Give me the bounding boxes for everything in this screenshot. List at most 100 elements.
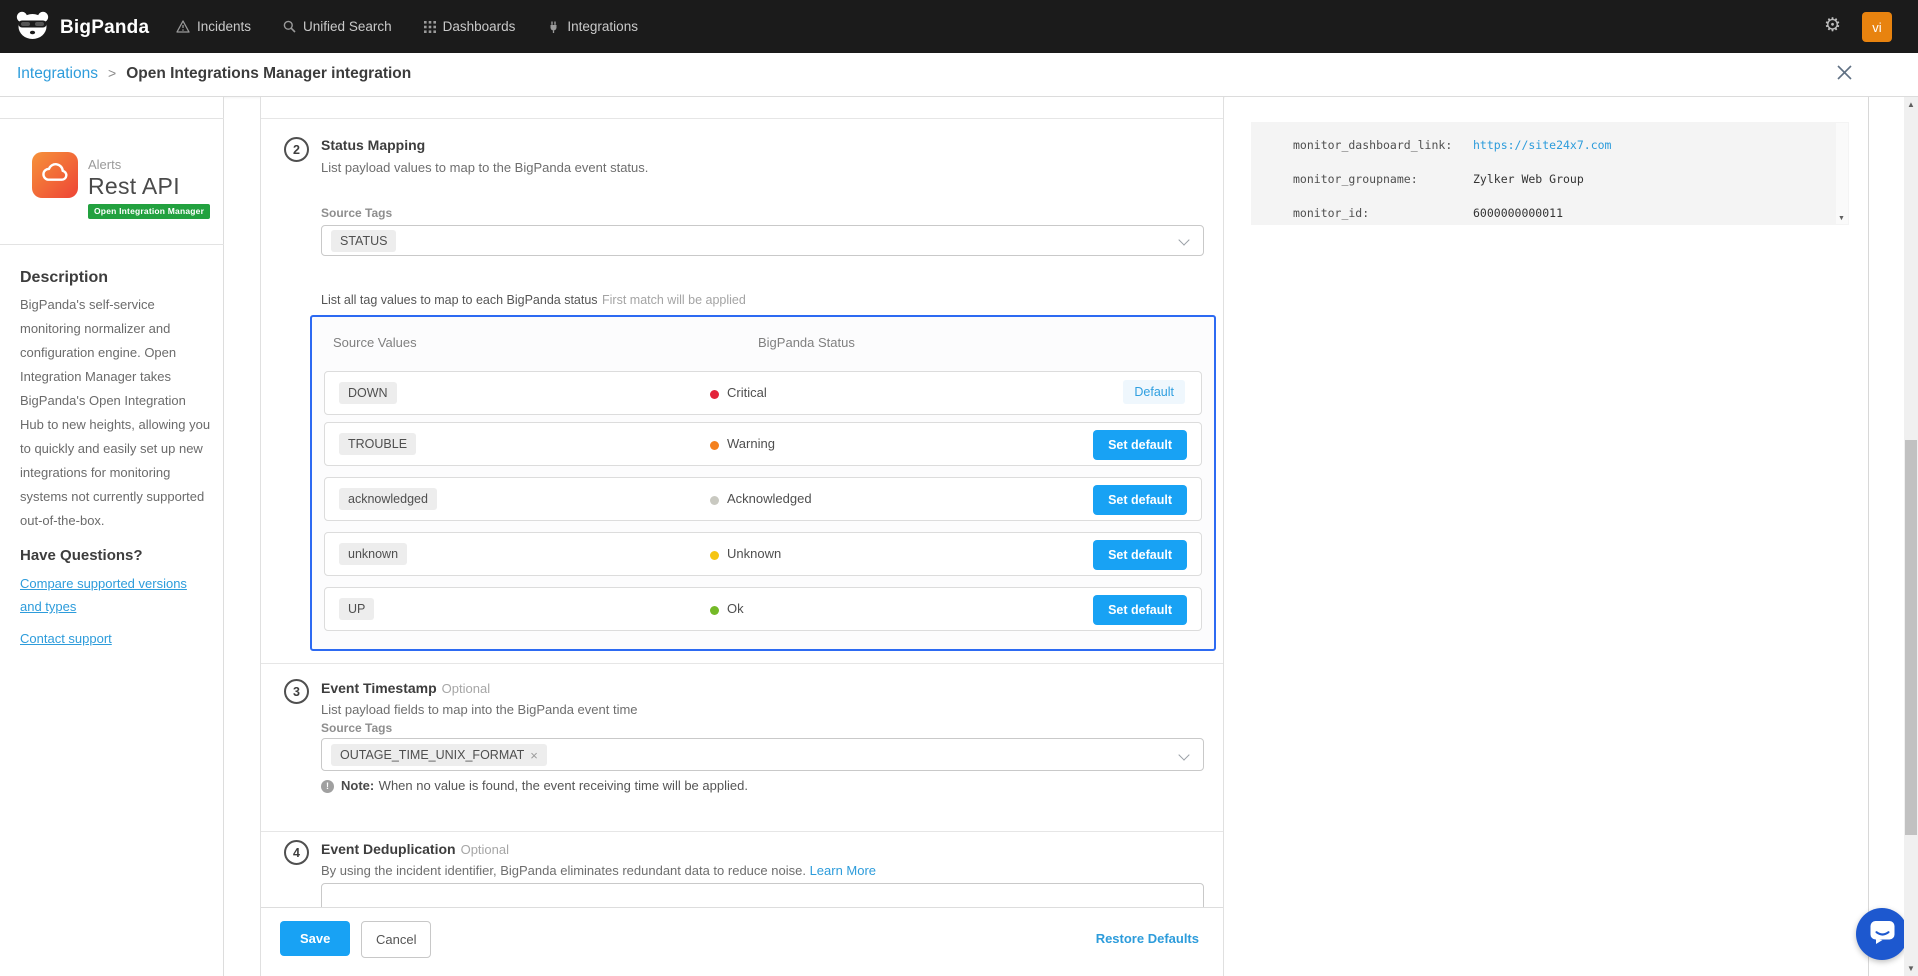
- mapping-row-down: DOWN Critical Default: [324, 371, 1202, 415]
- nav-label: Integrations: [567, 19, 638, 34]
- panda-logo-icon: [14, 11, 51, 45]
- status-mapping-title: Status Mapping: [321, 137, 426, 153]
- note-label: Note:: [341, 778, 375, 793]
- source-value-chip: unknown: [339, 543, 408, 565]
- nav-item-incidents[interactable]: Incidents: [176, 19, 251, 34]
- timestamp-tag-chip: OUTAGE_TIME_UNIX_FORMAT ×: [331, 744, 547, 766]
- set-default-button[interactable]: Set default: [1093, 485, 1187, 515]
- set-default-button[interactable]: Set default: [1093, 595, 1187, 625]
- page-title: Open Integrations Manager integration: [126, 65, 412, 82]
- logo-text: Alerts Rest API Open Integration Manager: [88, 157, 211, 219]
- payload-row: monitor_groupname: Zylker Web Group: [1293, 172, 1584, 186]
- event-dedup-subtitle: By using the incident identifier, BigPan…: [321, 863, 876, 878]
- chat-launcher[interactable]: [1856, 908, 1908, 960]
- integration-sidebar: Alerts Rest API Open Integration Manager…: [0, 97, 224, 976]
- source-value: unknown: [348, 547, 399, 561]
- mapping-row-trouble: TROUBLE Warning Set default: [324, 422, 1202, 466]
- event-dedup-title: Event Deduplication: [321, 841, 456, 857]
- helper-note: First match will be applied: [602, 293, 746, 307]
- bigpanda-logo[interactable]: BigPanda: [14, 11, 149, 45]
- integrations-plug-icon: [547, 20, 560, 33]
- timestamp-tag-value: OUTAGE_TIME_UNIX_FORMAT: [340, 748, 525, 762]
- restore-defaults-link[interactable]: Restore Defaults: [1096, 931, 1199, 946]
- incidents-warning-icon: [176, 20, 190, 33]
- remove-tag-icon[interactable]: ×: [530, 749, 538, 762]
- payload-value: 6000000000011: [1473, 206, 1564, 220]
- panel-border: [1868, 97, 1869, 976]
- payload-scrollbar[interactable]: ▼: [1836, 123, 1848, 224]
- learn-more-link[interactable]: Learn More: [810, 863, 876, 878]
- scroll-up-icon[interactable]: ▲: [1904, 100, 1918, 109]
- set-default-button[interactable]: Set default: [1093, 430, 1187, 460]
- top-nav-bar: BigPanda Incidents Unified Search Dashbo…: [0, 0, 1918, 53]
- set-default-button[interactable]: Set default: [1093, 540, 1187, 570]
- avatar[interactable]: vi: [1862, 12, 1892, 42]
- breadcrumb-bar: Integrations > Open Integrations Manager…: [0, 53, 1918, 97]
- step-4-circle: 4: [284, 840, 309, 865]
- nav-item-unified-search[interactable]: Unified Search: [283, 19, 392, 34]
- settings-footer: Save Cancel Restore Defaults: [261, 907, 1223, 976]
- contact-support-link[interactable]: Contact support: [20, 627, 112, 650]
- payload-preview-panel: monitor_dashboard_link: https://site24x7…: [1225, 97, 1918, 976]
- status-dot: [710, 606, 719, 615]
- source-value-chip: UP: [339, 598, 375, 620]
- chevron-down-icon: [1178, 234, 1190, 246]
- payload-row: monitor_dashboard_link: https://site24x7…: [1293, 138, 1611, 152]
- close-icon[interactable]: [1836, 64, 1856, 84]
- status-source-tags-select[interactable]: STATUS: [321, 225, 1204, 256]
- status-dot: [710, 390, 719, 399]
- event-timestamp-header: Event Timestamp Optional List payload fie…: [321, 680, 638, 717]
- status-label: Ok: [727, 601, 744, 616]
- event-dedup-header: Event Deduplication Optional By using the…: [321, 841, 876, 878]
- scroll-down-icon[interactable]: ▼: [1904, 964, 1918, 973]
- source-value-chip: acknowledged: [339, 488, 437, 510]
- save-button[interactable]: Save: [280, 921, 351, 956]
- payload-row: monitor_id: 6000000000011: [1293, 206, 1563, 220]
- logo-line-rest-api: Rest API: [88, 173, 180, 199]
- status-dot: [710, 551, 719, 560]
- source-value: acknowledged: [348, 492, 428, 506]
- payload-fields-box: monitor_dashboard_link: https://site24x7…: [1251, 122, 1849, 225]
- payload-key: monitor_dashboard_link:: [1293, 138, 1453, 152]
- source-value: TROUBLE: [348, 437, 408, 451]
- scrollbar-thumb[interactable]: [1905, 440, 1917, 835]
- scroll-down-icon[interactable]: ▼: [1838, 215, 1845, 222]
- breadcrumb-integrations-link[interactable]: Integrations: [17, 65, 98, 83]
- step-2-circle: 2: [284, 137, 309, 162]
- nav-item-dashboards[interactable]: Dashboards: [423, 19, 515, 34]
- breadcrumb: Integrations > Open Integrations Manager…: [17, 65, 411, 83]
- status-label: Warning: [727, 436, 775, 451]
- cancel-button[interactable]: Cancel: [361, 921, 432, 958]
- payload-value-link[interactable]: https://site24x7.com: [1473, 138, 1611, 152]
- status-mapping-box: Source Values BigPanda Status DOWN Criti…: [310, 315, 1216, 651]
- mapping-helper: List all tag values to map to each BigPa…: [321, 291, 746, 309]
- optional-label: Optional: [460, 842, 509, 857]
- nav-item-integrations[interactable]: Integrations: [547, 19, 638, 34]
- source-value-chip: DOWN: [339, 382, 397, 404]
- gear-icon[interactable]: ⚙: [1824, 16, 1841, 35]
- source-value: UP: [348, 602, 366, 616]
- payload-value: Zylker Web Group: [1473, 172, 1584, 186]
- nav-label: Incidents: [197, 19, 252, 34]
- helper-main: List all tag values to map to each BigPa…: [321, 293, 598, 307]
- event-timestamp-subtitle: List payload fields to map into the BigP…: [321, 702, 638, 717]
- source-tags-label: Source Tags: [321, 206, 393, 220]
- mapping-row-up: UP Ok Set default: [324, 587, 1202, 631]
- section-divider: [261, 118, 1223, 119]
- status-tag-value: STATUS: [340, 234, 388, 248]
- section-divider: [261, 663, 1223, 664]
- window-scrollbar[interactable]: ▲ ▼: [1904, 97, 1918, 976]
- section-divider: [261, 831, 1223, 832]
- payload-key: monitor_id:: [1293, 206, 1370, 220]
- status-tag-chip: STATUS: [331, 230, 397, 252]
- logo-line-alerts: Alerts: [88, 157, 122, 172]
- note-text: When no value is found, the event receiv…: [378, 778, 748, 793]
- timestamp-source-tags-select[interactable]: OUTAGE_TIME_UNIX_FORMAT ×: [321, 738, 1204, 771]
- dashboards-grid-icon: [423, 20, 436, 33]
- status-dot: [710, 496, 719, 505]
- status-label: Critical: [727, 385, 767, 400]
- compare-versions-link[interactable]: Compare supported versions and types: [20, 572, 190, 618]
- search-icon: [283, 20, 296, 33]
- brand-name: BigPanda: [60, 17, 150, 38]
- status-mapping-subtitle: List payload values to map to the BigPan…: [321, 160, 649, 175]
